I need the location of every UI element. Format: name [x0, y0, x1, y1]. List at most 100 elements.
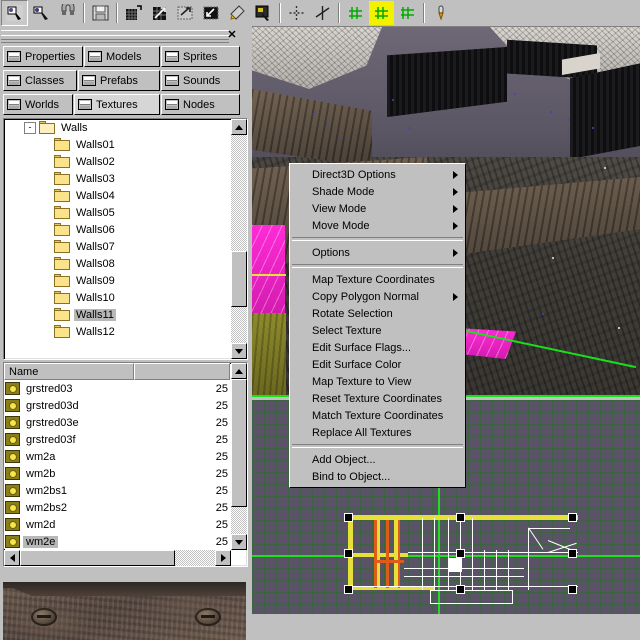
snap-grid-3-icon[interactable]: [395, 1, 420, 25]
tree-item-walls07[interactable]: Walls07: [4, 238, 230, 255]
list-item[interactable]: grstred03d 25: [4, 397, 230, 414]
menu-item-edit-surface-color[interactable]: Edit Surface Color: [290, 356, 465, 373]
tree-scroll-up-button[interactable]: [231, 119, 247, 135]
list-item[interactable]: grstred03 25: [4, 380, 230, 397]
tab-sprites[interactable]: Sprites: [161, 46, 240, 67]
menu-item-add-object[interactable]: Add Object...: [290, 451, 465, 468]
list-item[interactable]: wm2b 25: [4, 465, 230, 482]
list-item[interactable]: wm2a 25: [4, 448, 230, 465]
menu-item-shade-mode[interactable]: Shade Mode: [290, 183, 465, 200]
tree-expander[interactable]: -: [24, 121, 36, 134]
tab-nodes[interactable]: Nodes: [161, 94, 240, 115]
menu-item-label: Replace All Textures: [312, 426, 412, 439]
tab-properties[interactable]: Properties: [3, 46, 83, 67]
menu-item-direct3d-options[interactable]: Direct3D Options: [290, 166, 465, 183]
grid-select-icon[interactable]: [147, 1, 172, 25]
list-scroll-down-button[interactable]: [231, 534, 247, 550]
texture-file-list[interactable]: Name grstred03 25 grstred03d 25 grstred03e 25…: [3, 362, 248, 567]
selection-handle[interactable]: [568, 585, 577, 594]
list-item[interactable]: wm2e 25: [4, 533, 230, 549]
selection-handle[interactable]: [456, 549, 465, 558]
menu-item-reset-texture-coordinates[interactable]: Reset Texture Coordinates: [290, 390, 465, 407]
tab-textures[interactable]: Textures: [74, 94, 160, 115]
selection-handle[interactable]: [456, 585, 465, 594]
marker-dotted-icon[interactable]: [284, 1, 309, 25]
tab-classes[interactable]: Classes: [3, 70, 77, 91]
node-tool-icon[interactable]: [428, 1, 453, 25]
magnet-snap-tool-icon[interactable]: [55, 1, 80, 25]
selection-handle[interactable]: [344, 585, 353, 594]
tree-item-label: Walls12: [76, 325, 115, 338]
menu-item-match-texture-coordinates[interactable]: Match Texture Coordinates: [290, 407, 465, 424]
light-tool-icon[interactable]: [225, 1, 250, 25]
tab-sounds[interactable]: Sounds: [161, 70, 240, 91]
tree-item-walls01[interactable]: Walls01: [4, 136, 230, 153]
marker-solid-icon[interactable]: [310, 1, 335, 25]
list-scroll-thumb[interactable]: [231, 379, 247, 507]
tree-item-walls[interactable]: - Walls: [4, 119, 230, 136]
folder-icon: [54, 274, 70, 287]
viewport-context-menu[interactable]: Direct3D Options Shade Mode View Mode Move …: [289, 163, 466, 488]
tree-item-walls09[interactable]: Walls09: [4, 272, 230, 289]
menu-item-copy-polygon-normal[interactable]: Copy Polygon Normal: [290, 288, 465, 305]
snap-grid-1-icon[interactable]: [343, 1, 368, 25]
tree-item-walls06[interactable]: Walls06: [4, 221, 230, 238]
tree-item-walls12[interactable]: Walls12: [4, 323, 230, 340]
menu-item-view-mode[interactable]: View Mode: [290, 200, 465, 217]
menu-item-bind-to-object[interactable]: Bind to Object...: [290, 468, 465, 485]
list-item[interactable]: wm2bs1 25: [4, 482, 230, 499]
select-face-tool-icon[interactable]: [29, 1, 54, 25]
list-header-size[interactable]: [134, 363, 230, 380]
selection-handle[interactable]: [456, 513, 465, 522]
menu-item-rotate-selection[interactable]: Rotate Selection: [290, 305, 465, 322]
menu-item-select-texture[interactable]: Select Texture: [290, 322, 465, 339]
list-item[interactable]: grstred03f 25: [4, 431, 230, 448]
list-item[interactable]: grstred03e 25: [4, 414, 230, 431]
tab-models[interactable]: Models: [84, 46, 160, 67]
list-vertical-scrollbar[interactable]: [231, 363, 247, 550]
save-icon[interactable]: [88, 1, 113, 25]
list-header-name[interactable]: Name: [4, 363, 134, 380]
selection-handle[interactable]: [344, 513, 353, 522]
titlebar-grip: [1, 30, 229, 43]
selection-handle[interactable]: [344, 549, 353, 558]
list-item[interactable]: wm2bs2 25: [4, 499, 230, 516]
tree-item-walls02[interactable]: Walls02: [4, 153, 230, 170]
list-hscroll-thumb[interactable]: [20, 550, 175, 566]
menu-item-edit-surface-flags[interactable]: Edit Surface Flags...: [290, 339, 465, 356]
menu-item-replace-all-textures[interactable]: Replace All Textures: [290, 424, 465, 441]
tree-scroll-thumb[interactable]: [231, 251, 247, 307]
selection-handle[interactable]: [568, 513, 577, 522]
tree-item-walls03[interactable]: Walls03: [4, 170, 230, 187]
menu-item-map-texture-coordinates[interactable]: Map Texture Coordinates: [290, 271, 465, 288]
list-scroll-right-button[interactable]: [215, 550, 231, 566]
tree-item-walls11[interactable]: Walls11: [4, 306, 230, 323]
close-icon[interactable]: ✕: [225, 28, 239, 42]
menu-item-options[interactable]: Options: [290, 244, 465, 261]
tab-worlds[interactable]: Worlds: [3, 94, 73, 115]
tree-scroll-down-button[interactable]: [231, 343, 247, 359]
grid-new-icon[interactable]: [121, 1, 146, 25]
shrink-selection-icon[interactable]: [199, 1, 224, 25]
tree-item-walls04[interactable]: Walls04: [4, 187, 230, 204]
tab-glyph-icon: [165, 99, 179, 110]
snap-grid-2-icon[interactable]: [369, 1, 394, 25]
tab-prefabs[interactable]: Prefabs: [78, 70, 160, 91]
list-scroll-left-button[interactable]: [4, 550, 20, 566]
texture-apply-icon[interactable]: [251, 1, 276, 25]
tree-item-walls10[interactable]: Walls10: [4, 289, 230, 306]
selection-handle[interactable]: [568, 549, 577, 558]
texture-folder-tree[interactable]: - Walls Walls01 Walls02 Walls03 Walls04 Walls0…: [3, 118, 248, 360]
tree-vertical-scrollbar[interactable]: [231, 119, 247, 359]
list-scroll-up-button[interactable]: [231, 363, 247, 379]
tree-item-walls05[interactable]: Walls05: [4, 204, 230, 221]
tab-glyph-icon: [82, 75, 96, 86]
tree-item-label: Walls08: [76, 257, 115, 270]
menu-item-move-mode[interactable]: Move Mode: [290, 217, 465, 234]
tree-item-walls08[interactable]: Walls08: [4, 255, 230, 272]
list-item[interactable]: wm2d 25: [4, 516, 230, 533]
menu-item-map-texture-to-view[interactable]: Map Texture to View: [290, 373, 465, 390]
expand-selection-icon[interactable]: [173, 1, 198, 25]
list-horizontal-scrollbar[interactable]: [4, 550, 231, 566]
select-brush-tool-icon[interactable]: [1, 0, 28, 26]
